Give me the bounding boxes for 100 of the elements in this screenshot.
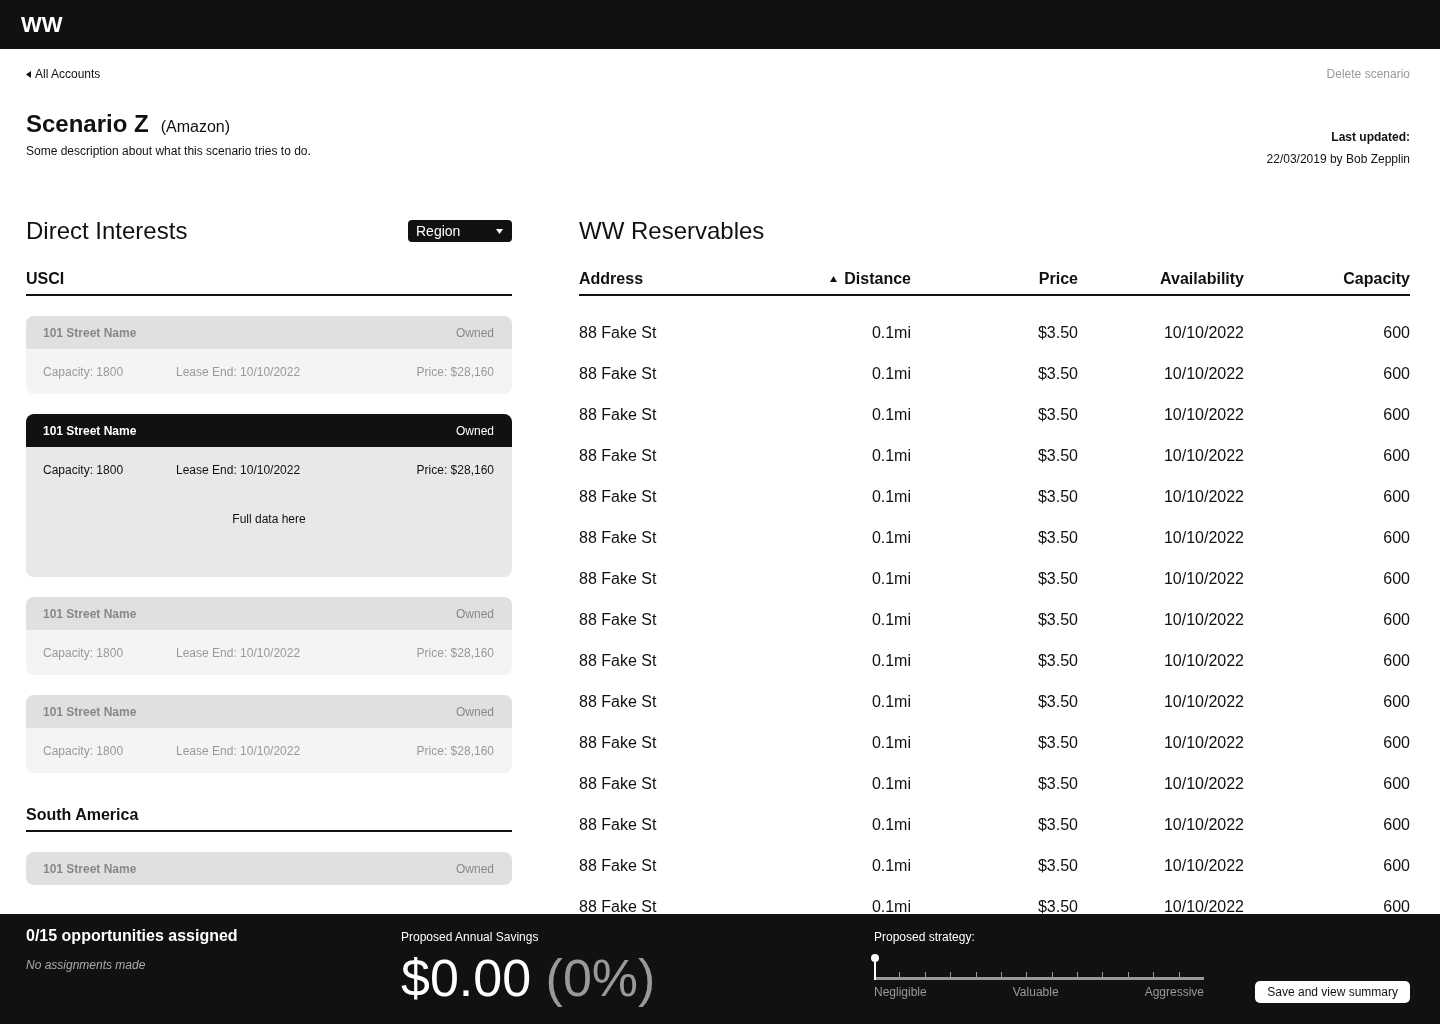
table-cell-text: $3.50 <box>1036 774 1078 794</box>
slider-label: Valuable <box>1012 985 1059 999</box>
table-cell-text: 600 <box>1382 610 1410 630</box>
table-cell-text: 0.1mi <box>870 569 911 589</box>
table-cell-text: 10/10/2022 <box>1162 528 1244 548</box>
caret-icon <box>496 228 503 234</box>
property-capacity: Capacity: 1800 <box>43 364 125 379</box>
table-cell-text: 10/10/2022 <box>1162 323 1244 343</box>
table-cell-text: 600 <box>1382 856 1410 876</box>
property-capacity: Capacity: 1800 <box>43 462 125 477</box>
table-cell-text: 600 <box>1382 569 1410 589</box>
table-cell-text: 88 Fake St <box>579 487 658 507</box>
table-cell-text: 88 Fake St <box>579 405 658 425</box>
table-cell-text: $3.50 <box>1036 528 1078 548</box>
property-name: 101 Street Name <box>43 606 137 621</box>
table-cell-text: 0.1mi <box>870 610 911 630</box>
table-cell-text: 10/10/2022 <box>1162 897 1244 917</box>
column-header[interactable]: Address <box>579 270 644 288</box>
logo[interactable]: WW <box>21 11 63 38</box>
column-header[interactable]: Capacity <box>1343 270 1410 288</box>
property-detail: Full data here <box>231 511 307 528</box>
updated-label: Last updated: <box>1330 130 1410 144</box>
table-cell-text: 10/10/2022 <box>1162 651 1244 671</box>
assigned-count: 0/15 opportunities assigned <box>26 927 239 945</box>
table-cell-text: 0.1mi <box>870 323 911 343</box>
section-title: WW Reservables <box>579 216 766 246</box>
table-cell-text: $3.50 <box>1036 897 1078 917</box>
property-name: 101 Street Name <box>43 325 137 340</box>
scenario-title: Scenario Z <box>26 110 149 138</box>
table-cell-text: 10/10/2022 <box>1162 405 1244 425</box>
table-cell-text: 88 Fake St <box>579 528 658 548</box>
save-button[interactable]: Save and view summary <box>1255 981 1410 1003</box>
table-cell-text: 88 Fake St <box>579 815 658 835</box>
table-cell-text: 88 Fake St <box>579 733 658 753</box>
table-cell-text: 88 Fake St <box>579 897 658 917</box>
table-cell-text: 88 Fake St <box>579 364 658 384</box>
table-cell-text: 0.1mi <box>870 528 911 548</box>
table-cell-text: $3.50 <box>1036 856 1078 876</box>
table-cell-text: 0.1mi <box>870 815 911 835</box>
table-cell-text: 10/10/2022 <box>1162 774 1244 794</box>
column-header[interactable]: Distance <box>844 270 911 288</box>
table-cell-text: $3.50 <box>1036 651 1078 671</box>
table-cell-text: 0.1mi <box>870 897 911 917</box>
table-cell-text: 10/10/2022 <box>1162 692 1244 712</box>
property-status: Owned <box>455 325 494 340</box>
property-price: Price: $28,160 <box>416 462 494 477</box>
strategy-slider[interactable] <box>874 952 1204 980</box>
table-cell-text: 88 Fake St <box>579 856 658 876</box>
table-cell-text: $3.50 <box>1036 323 1078 343</box>
table-cell-text: 0.1mi <box>870 733 911 753</box>
property-lease-end: Lease End: 10/10/2022 <box>176 743 302 758</box>
table-cell-text: $3.50 <box>1036 446 1078 466</box>
table-cell-text: 600 <box>1382 774 1410 794</box>
table-cell-text: 600 <box>1382 692 1410 712</box>
savings-label: Proposed Annual Savings <box>401 930 540 944</box>
table-cell-text: 0.1mi <box>870 692 911 712</box>
region-dropdown[interactable]: Region <box>408 220 512 242</box>
table-cell-text: 88 Fake St <box>579 610 658 630</box>
table-cell-text: 600 <box>1382 528 1410 548</box>
table-cell-text: $3.50 <box>1036 364 1078 384</box>
property-card[interactable]: 101 Street Name Owned Capacity: 1800 Lease End: 10/10/2022 Price: $28,160 Full data here <box>26 414 512 577</box>
table-cell-text: 0.1mi <box>870 774 911 794</box>
table-cell-text: $3.50 <box>1036 487 1078 507</box>
property-price: Price: $28,160 <box>416 645 494 660</box>
table-cell-text: 0.1mi <box>870 446 911 466</box>
back-arrow-icon <box>26 70 31 78</box>
property-name: 101 Street Name <box>43 704 137 719</box>
column-header[interactable]: Availability <box>1160 270 1244 288</box>
back-link[interactable]: All Accounts <box>26 67 101 81</box>
strategy-label: Proposed strategy: <box>874 930 976 944</box>
table-cell-text: 0.1mi <box>870 487 911 507</box>
table-cell-text: 600 <box>1382 364 1410 384</box>
column-header[interactable]: Price <box>1038 270 1078 288</box>
table-cell-text: 10/10/2022 <box>1162 569 1244 589</box>
slider-label: Negligible <box>874 985 927 999</box>
table-cell-text: $3.50 <box>1036 610 1078 630</box>
table-cell-text: 600 <box>1382 487 1410 507</box>
table-cell-text: 10/10/2022 <box>1162 815 1244 835</box>
table-cell-text: $3.50 <box>1036 692 1078 712</box>
table-cell-text: 88 Fake St <box>579 774 658 794</box>
table-cell-text: 10/10/2022 <box>1162 856 1244 876</box>
slider-thumb[interactable] <box>871 954 879 980</box>
property-lease-end: Lease End: 10/10/2022 <box>176 364 302 379</box>
property-status: Owned <box>455 423 494 438</box>
property-capacity: Capacity: 1800 <box>43 645 125 660</box>
region-heading: USCI <box>26 270 512 296</box>
account-name: (Amazon) <box>160 118 231 136</box>
assigned-note: No assignments made <box>26 958 147 972</box>
table-cell-text: 0.1mi <box>870 364 911 384</box>
table-cell-text: 88 Fake St <box>579 323 658 343</box>
section-title: Direct Interests <box>26 217 188 245</box>
property-capacity: Capacity: 1800 <box>43 743 125 758</box>
table-cell-text: 600 <box>1382 405 1410 425</box>
savings-percent: (0%) <box>545 949 656 1007</box>
table-cell-text: $3.50 <box>1036 815 1078 835</box>
scenario-description: Some description about what this scenario tries to do. <box>26 144 311 158</box>
property-status: Owned <box>455 861 494 876</box>
table-cell-text: 88 Fake St <box>579 446 658 466</box>
table-cell-text: 10/10/2022 <box>1162 610 1244 630</box>
table-cell-text: 600 <box>1382 815 1410 835</box>
